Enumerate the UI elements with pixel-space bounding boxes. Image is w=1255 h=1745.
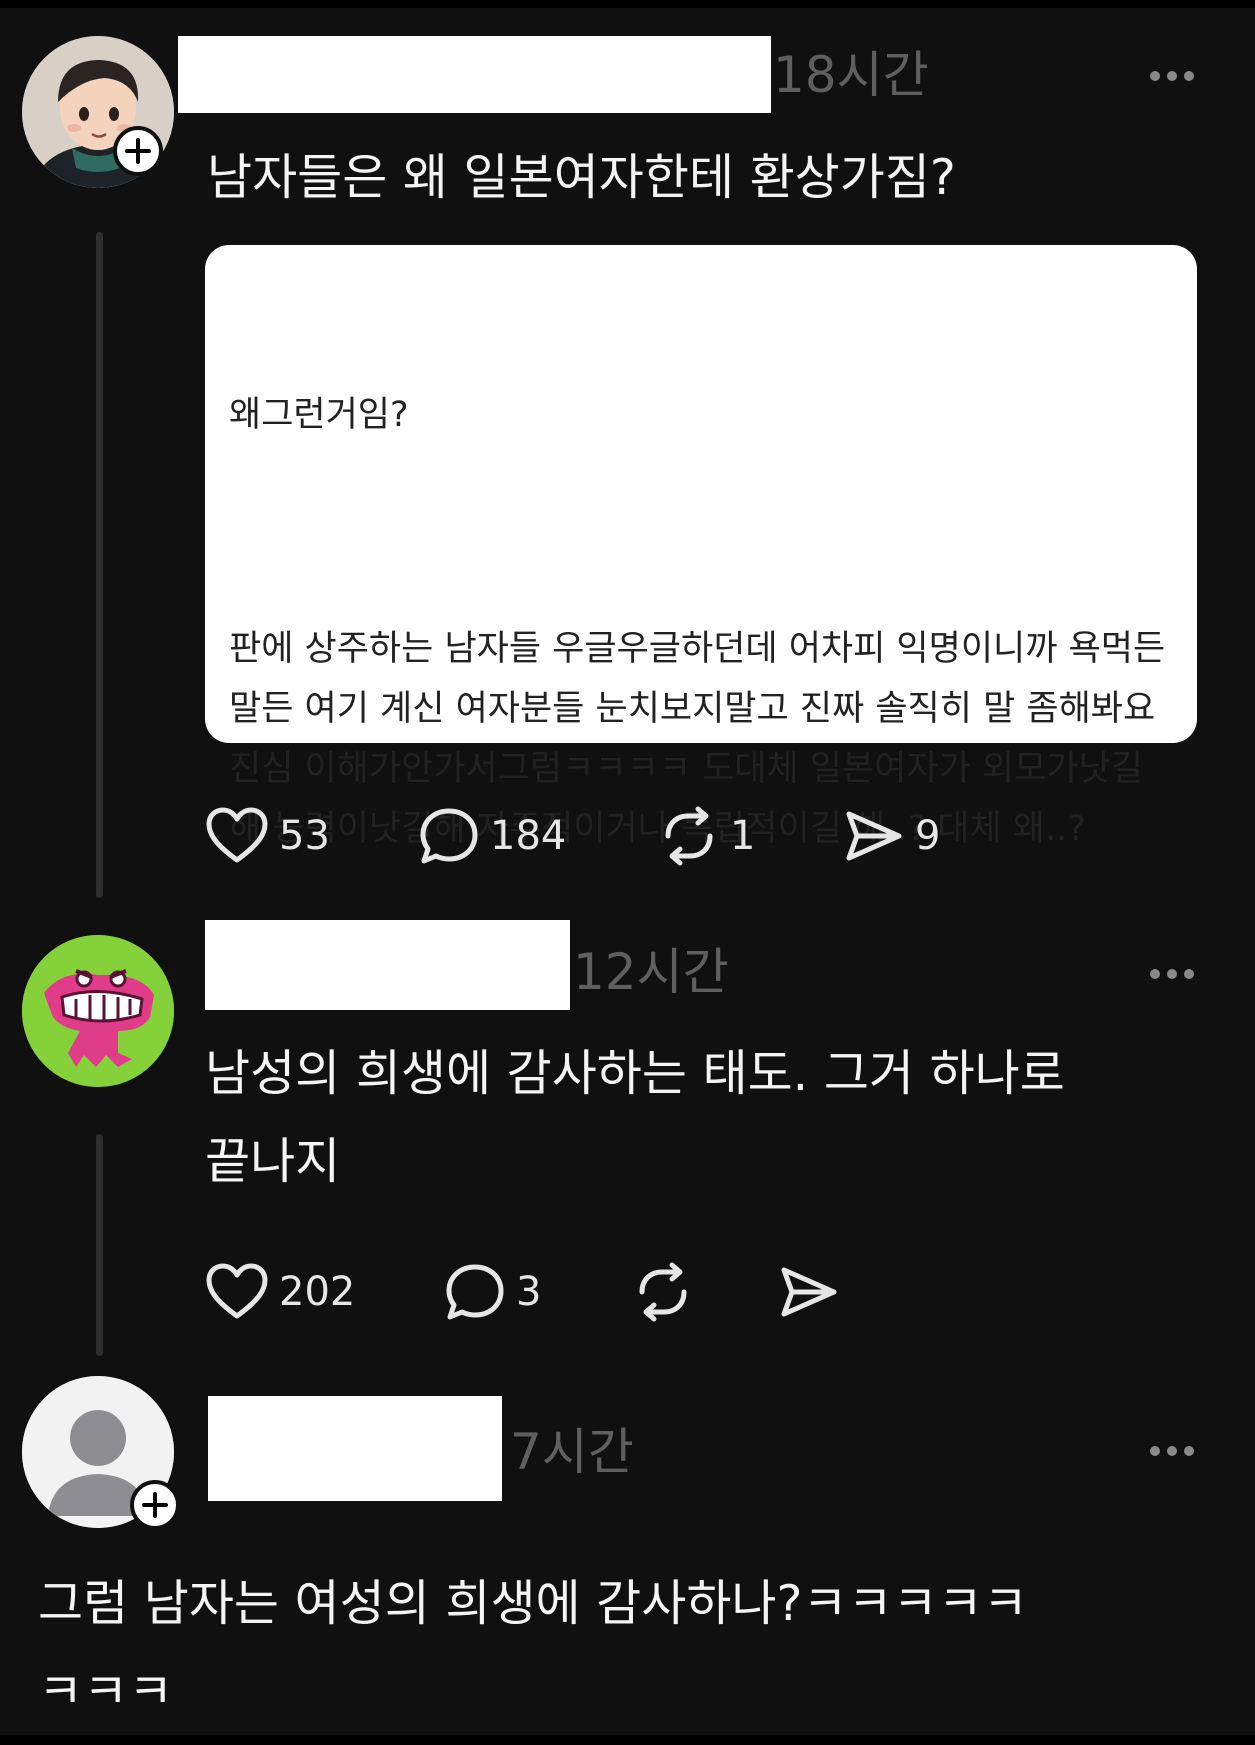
more-options-icon[interactable] xyxy=(1148,1444,1196,1458)
top-edge xyxy=(0,0,1255,8)
heart-icon xyxy=(206,807,268,863)
comment-button[interactable]: 3 xyxy=(444,1262,541,1322)
like-button[interactable]: 202 xyxy=(205,1262,355,1322)
repost-icon xyxy=(665,806,713,866)
reply-text: 그럼 남자는 여성의 희생에 감사하나?ㅋㅋㅋㅋㅋ ㅋㅋㅋ xyxy=(38,1575,1028,1720)
repost-icon xyxy=(639,1262,687,1322)
comment-count: 184 xyxy=(490,813,567,859)
like-count: 202 xyxy=(279,1269,356,1315)
like-button[interactable]: 53 xyxy=(205,806,330,866)
post-timestamp: 12시간 xyxy=(573,943,729,1001)
more-options-icon[interactable] xyxy=(1148,967,1196,981)
send-icon xyxy=(781,1267,837,1317)
send-icon xyxy=(846,811,902,861)
heart-icon xyxy=(206,1263,268,1319)
quoted-post-card[interactable]: 왜그런거임? 판에 상주하는 남자들 우글우글하던데 어차피 익명이니까 욕먹든… xyxy=(205,245,1197,849)
post-timestamp: 7시간 xyxy=(510,1423,634,1481)
like-count: 53 xyxy=(279,813,330,859)
thread-line xyxy=(96,232,103,898)
comment-button[interactable]: 184 xyxy=(418,806,566,866)
comment-bubble-icon xyxy=(446,1264,504,1320)
reply-text: 남성의 희생에 감사하는 태도. 그거 하나로 끝나지 xyxy=(205,1045,1065,1190)
avatar-pink-crocodile[interactable] xyxy=(22,935,174,1087)
thread-line xyxy=(96,1134,103,1356)
redacted-username xyxy=(205,920,570,1010)
pink-crocodile-icon xyxy=(22,935,174,1087)
threads-screen: 18시간 남자들은 왜 일본여자한테 환상가짐? 왜그런거임? 판에 상주하는 … xyxy=(0,0,1255,1745)
share-button[interactable]: 9 xyxy=(843,806,940,866)
plus-icon xyxy=(125,138,151,164)
more-options-icon[interactable] xyxy=(1148,69,1196,83)
comment-count: 3 xyxy=(516,1269,542,1315)
follow-button[interactable] xyxy=(130,1480,180,1530)
plus-icon xyxy=(142,1492,168,1518)
repost-button[interactable] xyxy=(632,1262,694,1322)
post-timestamp: 18시간 xyxy=(773,46,929,104)
share-count: 9 xyxy=(915,813,941,859)
redacted-username xyxy=(208,1396,502,1501)
follow-button[interactable] xyxy=(113,126,163,176)
bottom-edge xyxy=(0,1735,1255,1745)
share-button[interactable] xyxy=(778,1262,840,1322)
comment-bubble-icon xyxy=(420,808,478,864)
quote-first-line: 왜그런거임? xyxy=(229,395,409,435)
repost-count: 1 xyxy=(730,813,756,859)
redacted-username xyxy=(178,36,771,113)
repost-button[interactable]: 1 xyxy=(658,806,755,866)
post-title: 남자들은 왜 일본여자한테 환상가짐? xyxy=(207,149,956,206)
